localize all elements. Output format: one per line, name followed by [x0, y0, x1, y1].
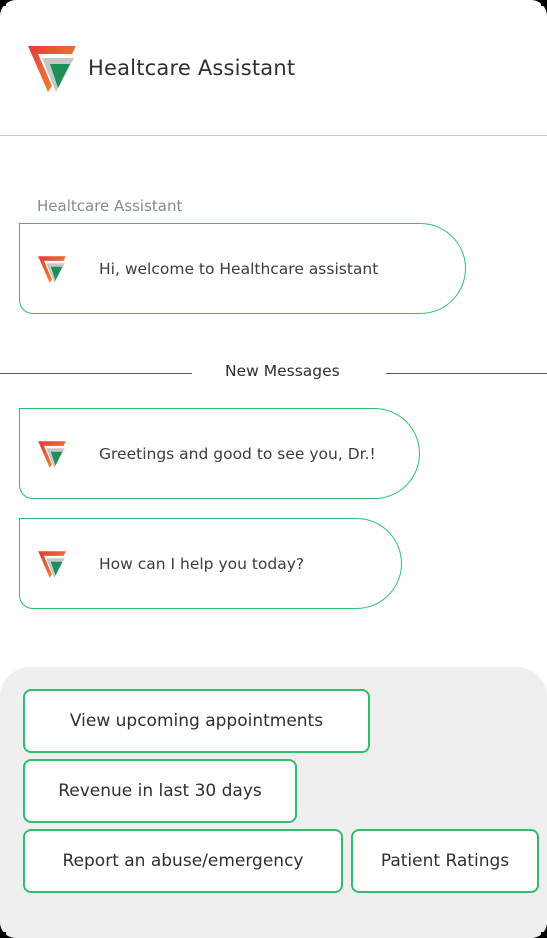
sender-label: Healtcare Assistant [37, 197, 183, 215]
quick-reply-report-emergency[interactable]: Report an abuse/emergency [23, 829, 343, 893]
new-messages-label: New Messages [225, 362, 340, 380]
chat-message: How can I help you today? [19, 518, 402, 609]
quick-replies-panel: View upcoming appointments Revenue in la… [0, 667, 547, 938]
bot-avatar-icon [38, 550, 66, 578]
brand-logo-icon [28, 45, 76, 92]
frame-corner [541, 932, 547, 938]
frame-corner [541, 0, 547, 6]
app-title: Healtcare Assistant [88, 55, 296, 80]
frame-corner [0, 932, 6, 938]
bot-avatar-icon [38, 255, 66, 283]
quick-reply-upcoming-appointments[interactable]: View upcoming appointments [23, 689, 370, 753]
quick-reply-revenue[interactable]: Revenue in last 30 days [23, 759, 297, 823]
app-window: Healtcare Assistant Healtcare Assistant … [0, 0, 547, 938]
chat-message: Greetings and good to see you, Dr.! [19, 408, 420, 499]
chat-message-text: Hi, welcome to Healthcare assistant [99, 259, 379, 278]
divider-line-right [386, 373, 547, 374]
chat-message: Hi, welcome to Healthcare assistant [19, 223, 466, 314]
chat-message-text: Greetings and good to see you, Dr.! [99, 444, 376, 463]
new-messages-divider: New Messages [0, 362, 547, 384]
divider-line-left [0, 373, 192, 374]
frame-corner [0, 0, 6, 6]
chat-message-text: How can I help you today? [99, 554, 305, 573]
bot-avatar-icon [38, 440, 66, 468]
quick-reply-patient-ratings[interactable]: Patient Ratings [351, 829, 539, 893]
app-header: Healtcare Assistant [0, 0, 547, 136]
